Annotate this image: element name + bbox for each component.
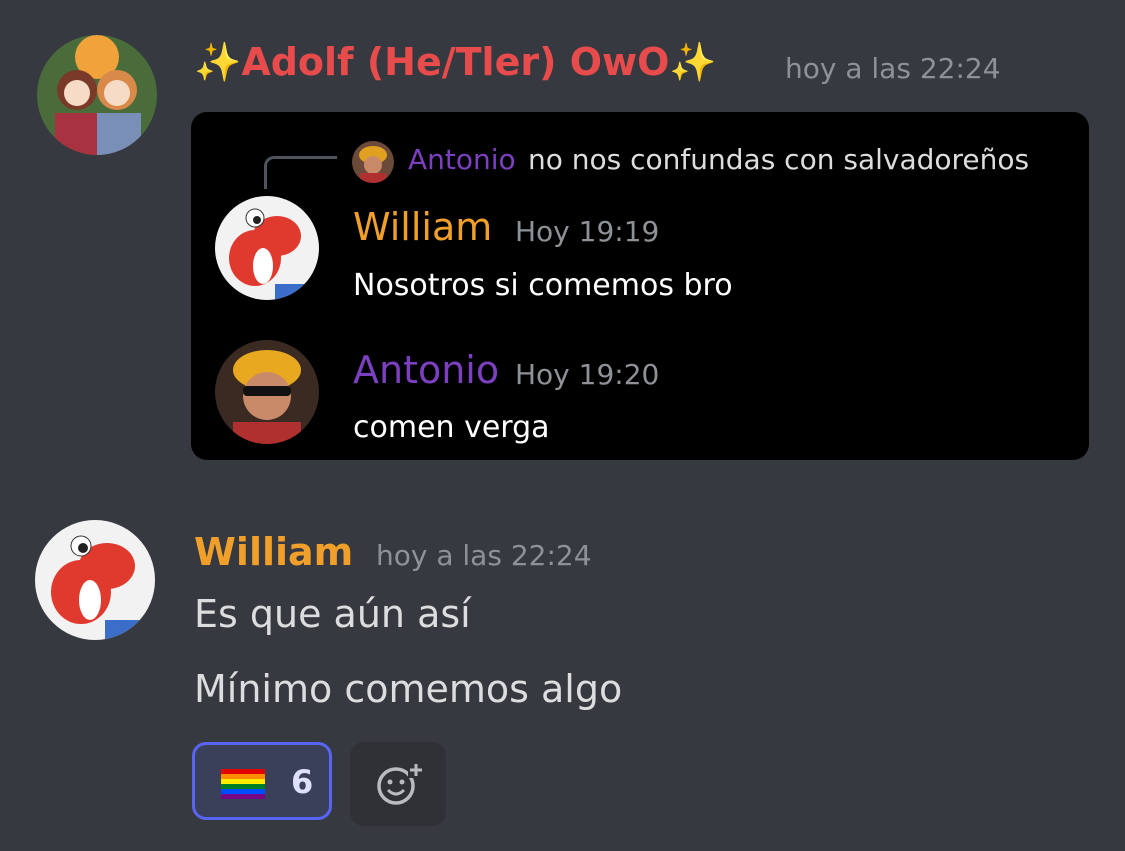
message-text: Mínimo comemos algo	[194, 667, 623, 711]
embed-author-antonio: Antonio	[353, 348, 500, 392]
user-avatar-william[interactable]	[35, 520, 155, 640]
embed-timestamp: Hoy 19:20	[515, 358, 660, 391]
user-avatar-adolf[interactable]	[37, 35, 157, 155]
embed-message-text: comen verga	[353, 410, 550, 445]
embed-timestamp: Hoy 19:19	[515, 215, 660, 248]
reaction-rainbow-flag[interactable]: 6	[192, 742, 332, 820]
message-text: Es que aún así	[194, 592, 471, 636]
reaction-count: 6	[291, 763, 314, 801]
rainbow-flag-icon	[221, 769, 265, 799]
embed-message-text: Nosotros si comemos bro	[353, 268, 733, 303]
reply-connector	[264, 156, 337, 189]
author-name[interactable]: ✨Adolf (He/Tler) OwO✨	[194, 40, 717, 85]
add-reaction-button[interactable]	[350, 742, 446, 826]
message-timestamp: hoy a las 22:24	[376, 539, 592, 572]
embed-avatar-william	[215, 196, 319, 300]
message-timestamp: hoy a las 22:24	[785, 52, 1001, 85]
embed-avatar-antonio	[215, 340, 319, 444]
embed-author-william: William	[353, 205, 493, 249]
reply-avatar	[352, 141, 394, 183]
reply-text: no nos confundas con salvadoreños	[528, 143, 1030, 176]
add-reaction-icon	[377, 762, 424, 805]
reply-author: Antonio	[408, 143, 516, 176]
author-name[interactable]: William	[194, 530, 353, 574]
